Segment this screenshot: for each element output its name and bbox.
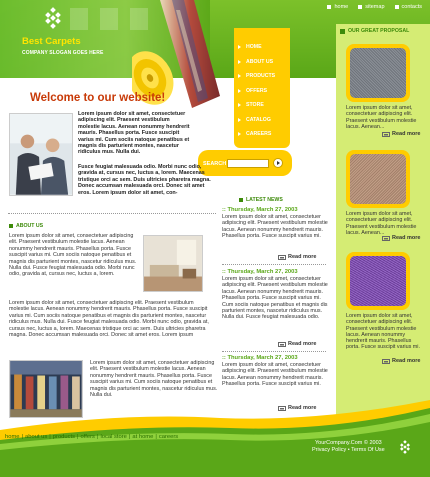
- about-paragraph-1: Lorem ipsum dolor sit amet, consectetuer…: [9, 233, 137, 278]
- news-date: :: Thursday, March 27, 2003: [222, 269, 298, 275]
- proposal-text: Lorem ipsum dolor sit amet, consectetuer…: [346, 105, 417, 130]
- search-go-button[interactable]: [273, 158, 283, 168]
- read-more-link[interactable]: Read more: [382, 131, 420, 137]
- arrow-right-icon: [238, 132, 241, 137]
- footer-logo-icon: [400, 440, 410, 454]
- carpet-swatch[interactable]: [346, 44, 410, 102]
- carpet-swatch[interactable]: [346, 150, 410, 208]
- arrow-right-icon: [238, 45, 241, 50]
- footer-link-local-store[interactable]: local store: [100, 434, 126, 440]
- read-more-link[interactable]: Read more: [382, 358, 420, 364]
- bullet-icon: [9, 224, 13, 228]
- read-more-icon: [382, 235, 390, 241]
- about-heading: ABOUT US: [9, 223, 43, 229]
- living-room-photo: [143, 235, 203, 292]
- footer-copyright: YourCompany.Com © 2003 Privacy Policy • …: [312, 440, 385, 454]
- nav-item-about-us[interactable]: ABOUT US: [234, 55, 290, 70]
- carpet-swatch[interactable]: [346, 252, 410, 310]
- search-input[interactable]: [227, 159, 269, 168]
- top-nav-home[interactable]: home: [327, 2, 348, 12]
- read-more-icon: [382, 358, 390, 364]
- nav-item-careers[interactable]: CAREERS: [234, 127, 290, 142]
- carpet-texture: [350, 154, 406, 204]
- nav-item-catalog[interactable]: CATALOG: [234, 113, 290, 128]
- carpet-texture: [350, 48, 406, 98]
- contacts-icon: [394, 5, 399, 9]
- footer-link-products[interactable]: products: [53, 434, 75, 440]
- top-nav-sitemap[interactable]: sitemap: [358, 2, 385, 12]
- news-date: :: Thursday, March 27, 2003: [222, 207, 298, 213]
- nav-item-store[interactable]: STORE: [234, 98, 290, 113]
- read-more-link[interactable]: Read more: [278, 341, 316, 347]
- divider: [222, 264, 326, 265]
- top-nav-contacts[interactable]: contacts: [394, 2, 422, 12]
- news-body: Lorem ipsum dolor sit amet, consectetuer…: [222, 214, 328, 240]
- news-body: Lorem ipsum dolor sit amet, consectetuer…: [222, 362, 328, 388]
- read-more-icon: [278, 341, 286, 347]
- policy-links[interactable]: Privacy Policy • Terms Of Use: [312, 447, 385, 454]
- read-more-link[interactable]: Read more: [382, 235, 420, 241]
- arrow-right-icon: [238, 117, 241, 122]
- divider: [8, 213, 216, 214]
- nav-item-offers[interactable]: OFFERS: [234, 84, 290, 99]
- home-icon: [327, 5, 332, 9]
- logo-icon[interactable]: [42, 7, 64, 29]
- news-date: :: Thursday, March 27, 2003: [222, 355, 298, 361]
- footer-link-offers[interactable]: offers: [81, 434, 95, 440]
- read-more-link[interactable]: Read more: [278, 254, 316, 260]
- carpet-texture: [350, 256, 406, 306]
- read-more-icon: [278, 254, 286, 260]
- proposal-text: Lorem ipsum dolor sit amet, consectetuer…: [346, 211, 417, 236]
- arrow-right-icon: [238, 103, 241, 108]
- news-item: :: Thursday, March 27, 2003 Lorem ipsum …: [222, 355, 332, 388]
- business-people-photo: [9, 113, 73, 196]
- footer-links: home | about us | products | offers | local …: [5, 434, 179, 440]
- arrow-right-icon: [238, 59, 241, 64]
- welcome-intro: Fusce feugiat malesuada odio. Morbi nunc…: [78, 164, 211, 196]
- news-body: Lorem ipsum dolor sit amet, consectetuer…: [222, 276, 328, 321]
- arrow-right-icon: [238, 88, 241, 93]
- footer-link-about-us[interactable]: about us: [25, 434, 47, 440]
- main-nav: HOME ABOUT US PRODUCTS OFFERS STORE CATA…: [234, 28, 290, 148]
- about-paragraph-2: Lorem ipsum dolor sit amet, consectetuer…: [9, 300, 209, 339]
- read-more-icon: [382, 131, 390, 137]
- proposal-text: Lorem ipsum dolor sit amet, consectetuer…: [346, 313, 420, 351]
- proposal-heading: OUR GREAT PROPOSAL: [340, 28, 409, 34]
- brand-slogan: COMPANY SLOGAN GOES HERE: [22, 50, 104, 56]
- nav-item-home[interactable]: HOME: [234, 40, 290, 55]
- news-item: :: Thursday, March 27, 2003 Lorem ipsum …: [222, 207, 332, 240]
- footer-link-careers[interactable]: careers: [159, 434, 178, 440]
- divider: [222, 351, 326, 352]
- bullet-icon: [340, 28, 345, 34]
- sitemap-icon: [358, 5, 363, 9]
- latest-news-heading: LATEST NEWS: [239, 197, 283, 203]
- brand-name: Best Carpets: [22, 36, 81, 47]
- footer-link-home[interactable]: home: [5, 434, 20, 440]
- footer-link-at-home[interactable]: at home: [132, 434, 153, 440]
- page-title: Welcome to our website!: [30, 92, 166, 104]
- welcome-intro-bold: Lorem ipsum dolor sit amet, consectetuer…: [78, 111, 190, 156]
- top-nav: home sitemap contacts: [327, 0, 430, 12]
- arrow-right-icon: [238, 74, 241, 79]
- bullet-icon: [239, 198, 243, 202]
- copyright-text: YourCompany.Com © 2003: [315, 440, 382, 446]
- nav-item-products[interactable]: PRODUCTS: [234, 69, 290, 84]
- news-item: :: Thursday, March 27, 2003 Lorem ipsum …: [222, 269, 332, 321]
